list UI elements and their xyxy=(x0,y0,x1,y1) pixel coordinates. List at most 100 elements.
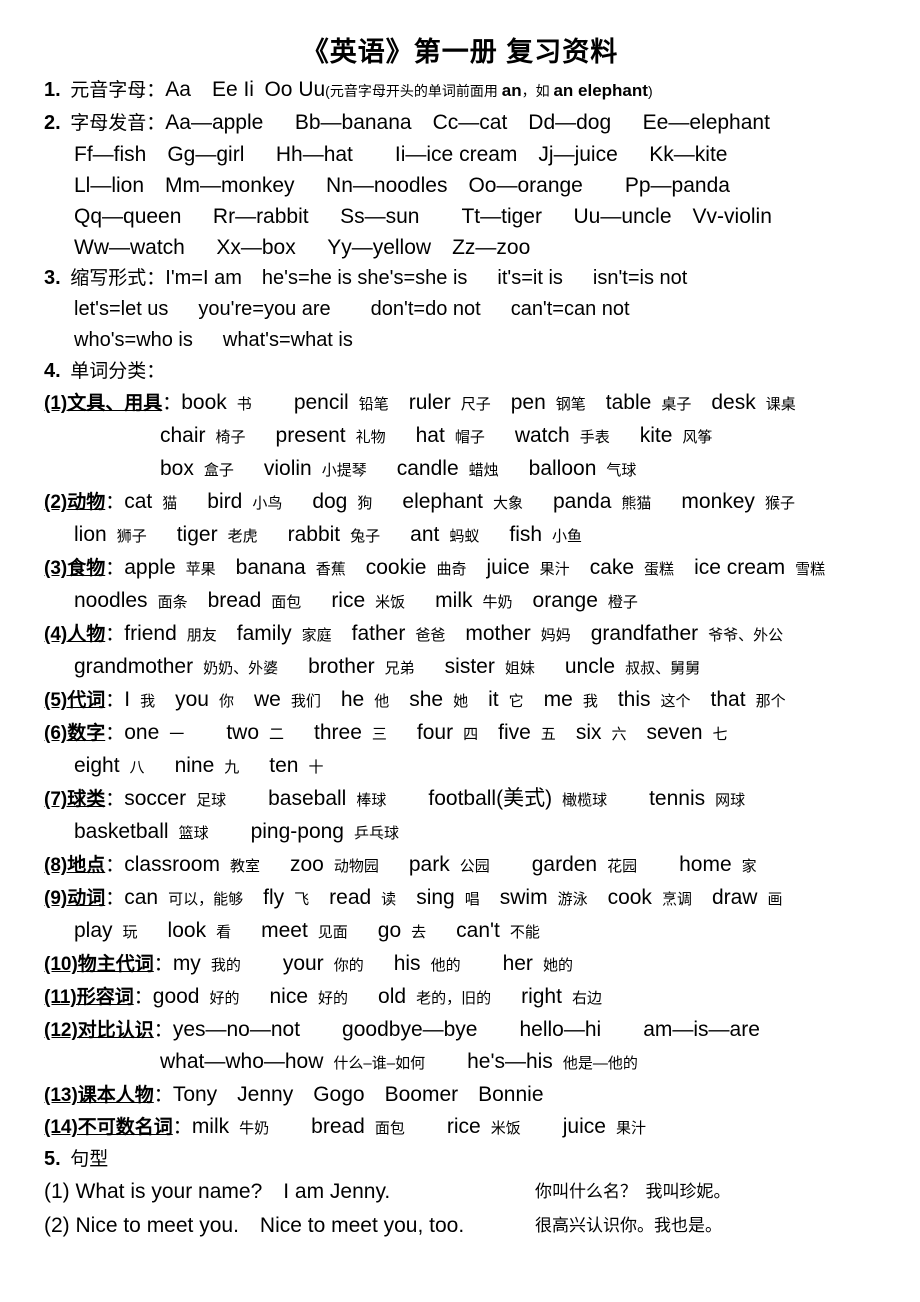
word-en: rice xyxy=(446,1115,481,1139)
sentence-index: (2) xyxy=(44,1214,76,1238)
word-gloss: 去 xyxy=(411,924,427,942)
word-gloss: 蜡烛 xyxy=(468,462,499,480)
word-en: basketball xyxy=(74,820,169,844)
word-en: kite xyxy=(639,424,673,448)
word-en: park xyxy=(408,853,450,877)
word-gloss: 老的，旧的 xyxy=(416,990,492,1008)
word-en: present xyxy=(275,424,346,448)
word-en: banana xyxy=(235,556,306,580)
word-en: ruler xyxy=(408,391,451,415)
word-en: ant xyxy=(410,523,440,547)
word-en: milk xyxy=(191,1115,230,1139)
word-en: friend xyxy=(124,622,177,646)
cat-11-label: (11)形容词 xyxy=(44,987,134,1009)
word-gloss: 猴子 xyxy=(764,495,795,513)
word-en: lion xyxy=(74,523,107,547)
section-1-vowel-letters: Aa Ee Ii Oo Uu xyxy=(165,78,326,102)
word-en: he xyxy=(340,688,365,712)
word-gloss: 你 xyxy=(218,693,234,711)
word-en: me xyxy=(543,688,573,712)
section-2-number: 2. xyxy=(44,112,61,135)
word-en: classroom xyxy=(124,853,220,877)
word-gloss: 手表 xyxy=(579,429,610,447)
word-gloss: 米饭 xyxy=(490,1120,521,1138)
word-gloss: 风筝 xyxy=(682,429,713,447)
cat-7-row: basketball 篮球 ping-pong 乒乓球 xyxy=(0,816,920,849)
word-gloss: 二 xyxy=(269,726,285,744)
cat-8-label: (8)地点 xyxy=(44,855,106,877)
cat-1-row: (1)文具、用具：book 书 pencil 铅笔 ruler 尺子 pen 钢笔 table 桌… xyxy=(0,387,920,420)
section-1-label: 元音字母： xyxy=(70,80,166,102)
word-en: sing xyxy=(416,886,455,910)
word-gloss: 它 xyxy=(508,693,524,711)
word-gloss: 十 xyxy=(308,759,324,777)
word-en: fish xyxy=(509,523,543,547)
word-en: play xyxy=(74,919,113,943)
sentence-pattern-list: (1) What is your name? I am Jenny. 你叫什么名？… xyxy=(0,1175,920,1243)
word-en: your xyxy=(282,952,324,976)
word-en: hello—hi xyxy=(519,1018,602,1042)
note-close-paren: ) xyxy=(647,83,653,100)
word-gloss: 尺子 xyxy=(460,396,491,414)
cat-13-row: (13)课本人物：Tony Jenny Gogo Boomer Bonnie xyxy=(0,1079,920,1111)
cat-13-label: (13)课本人物 xyxy=(44,1085,154,1107)
word-en: he's—his xyxy=(467,1050,553,1074)
word-gloss: 果汁 xyxy=(539,561,570,579)
word-gloss: 熊猫 xyxy=(621,495,652,513)
word-gloss: 不能 xyxy=(509,924,540,942)
word-gloss: 我们 xyxy=(290,693,321,711)
cat-1-row: box 盒子 violin 小提琴 candle 蜡烛 balloon 气球 xyxy=(0,453,920,486)
word-en: we xyxy=(253,688,281,712)
word-en: swim xyxy=(499,886,548,910)
word-en: table xyxy=(605,391,652,415)
word-gloss: 五 xyxy=(540,726,556,744)
contraction-row: I'm=I am he's=he is she's=she is it's=it… xyxy=(165,267,688,290)
cat-14-colon: ： xyxy=(172,1117,192,1139)
word-gloss: 课桌 xyxy=(765,396,796,414)
cat-5-colon: ： xyxy=(105,690,125,712)
word-gloss: 面包 xyxy=(271,594,302,612)
word-category-list: (1)文具、用具：book 书 pencil 铅笔 ruler 尺子 pen 钢笔 table 桌… xyxy=(0,387,920,1144)
word-en: go xyxy=(377,919,402,943)
word-gloss: 雪糕 xyxy=(795,561,826,579)
word-en: read xyxy=(329,886,372,910)
word-en: apple xyxy=(124,556,176,580)
word-en: look xyxy=(167,919,207,943)
word-en: tennis xyxy=(649,787,706,811)
word-en: father xyxy=(351,622,406,646)
cat-9-label: (9)动词 xyxy=(44,888,106,910)
word-en: fly xyxy=(263,886,285,910)
word-en: one xyxy=(124,721,160,745)
word-en: ten xyxy=(269,754,299,778)
sentence-english: Nice to meet you. Nice to meet you, too. xyxy=(75,1214,465,1238)
cat-11-row: (11)形容词：good 好的 nice 好的 old 老的，旧的 right 右边 xyxy=(0,981,920,1014)
cat-11-colon: ： xyxy=(133,987,153,1009)
word-gloss: 桌子 xyxy=(661,396,692,414)
cat-9-colon: ： xyxy=(105,888,125,910)
section-4-number: 4. xyxy=(44,360,61,383)
word-gloss: 家庭 xyxy=(301,627,332,645)
cat-4-label: (4)人物 xyxy=(44,624,106,646)
word-gloss: 妈妈 xyxy=(540,627,571,645)
section-3-contractions: 3. 缩写形式：I'm=I am he's=he is she's=she is… xyxy=(0,263,920,294)
alphabet-row: Ww—watch Xx—box Yy—yellow Zz—zoo xyxy=(74,236,531,260)
word-en: four xyxy=(416,721,454,745)
cat-13-colon: ： xyxy=(153,1085,173,1107)
word-en: what—who—how xyxy=(160,1050,324,1074)
section-1-vowels: 1. 元音字母：Aa Ee Ii Oo Uu(元音字母开头的单词前面用 an，如… xyxy=(0,74,920,107)
word-en: noodles xyxy=(74,589,148,613)
word-en: nine xyxy=(174,754,215,778)
word-en: cookie xyxy=(365,556,427,580)
cat-7-colon: ： xyxy=(105,789,125,811)
word-en: you xyxy=(175,688,209,712)
note-bold-an: an xyxy=(501,81,522,101)
contraction-row: let's=let us you're=you are don't=do not… xyxy=(74,298,630,321)
word-gloss: 果汁 xyxy=(615,1120,646,1138)
cat-14-label: (14)不可数名词 xyxy=(44,1117,173,1139)
word-en: Bonnie xyxy=(478,1083,544,1107)
cat-6-row: (6)数字：one 一 two 二 three 三 four 四 five 五 six 六 seven 七 xyxy=(0,717,920,750)
section-1-number: 1. xyxy=(44,79,61,102)
word-gloss: 什么–谁–如何 xyxy=(333,1055,426,1073)
word-gloss: 椅子 xyxy=(215,429,246,447)
section-1-note: (元音字母开头的单词前面用 an，如 an elephant) xyxy=(325,81,653,101)
